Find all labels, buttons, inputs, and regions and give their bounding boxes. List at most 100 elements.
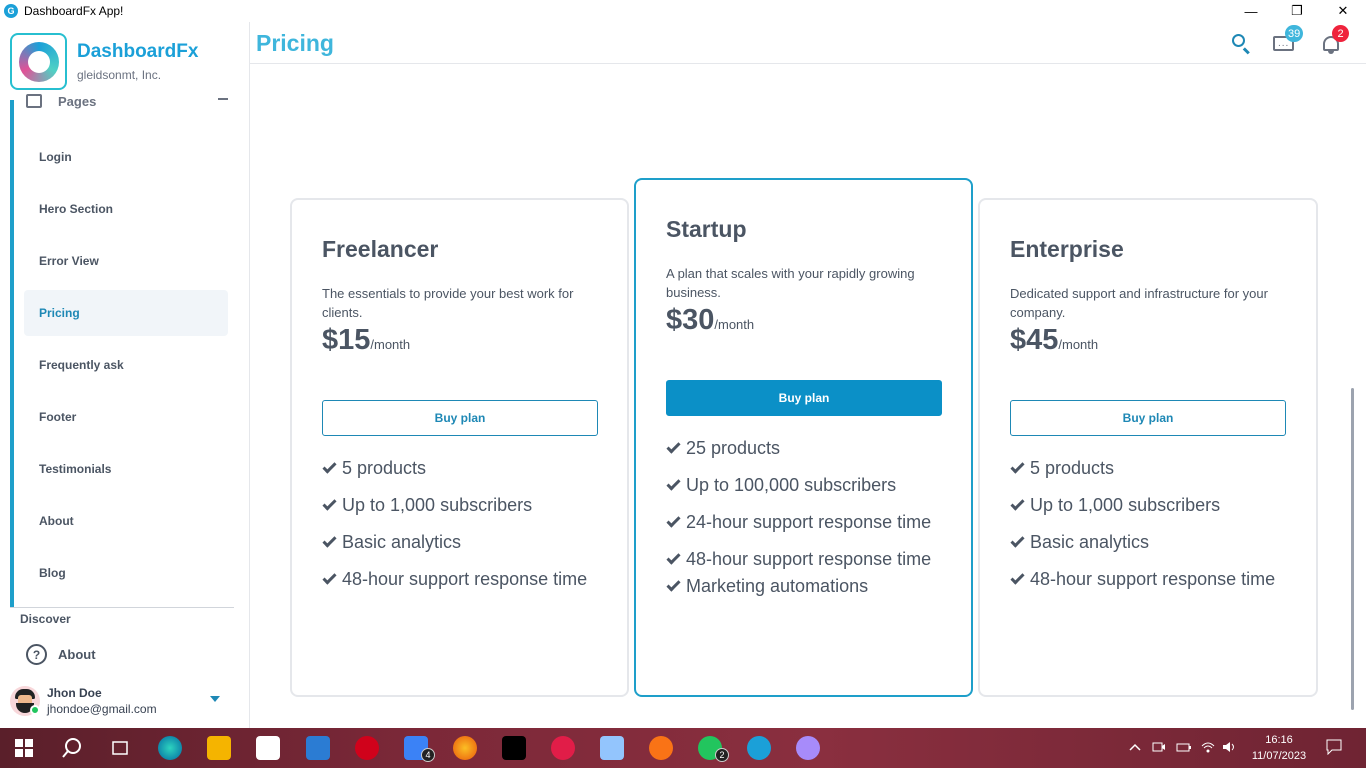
search-icon[interactable] [1230,32,1254,56]
buy-plan-button[interactable]: Buy plan [322,400,598,436]
close-button[interactable]: ✕ [1320,0,1366,22]
page-title: Pricing [256,30,334,56]
wifi-icon[interactable] [1200,740,1215,754]
sidebar-item-testimonials[interactable]: Testimonials [24,446,228,492]
windows-taskbar: 4 2 16:16 11/07/2023 [0,728,1366,768]
feature-item: 5 products [322,458,587,495]
feature-text: 5 products [1030,458,1115,478]
feature-text: Up to 1,000 subscribers [342,495,533,515]
feature-item: Basic analytics [1010,532,1275,569]
user-profile[interactable]: Jhon Doe jhondoe@gmail.com [10,684,240,718]
brand-name: DashboardFx [77,41,199,62]
app-icon-orange[interactable] [649,736,673,760]
plan-description: Dedicated support and infrastructure for… [1010,286,1268,320]
plan-features: 5 products Up to 1,000 subscribers Basic… [1010,458,1275,606]
window-controls: — ❐ ✕ [1228,0,1366,22]
pricing-card-freelancer: Freelancer The essentials to provide you… [290,198,629,697]
check-icon [1010,533,1025,548]
user-name: Jhon Doe [47,686,102,700]
plan-name: Startup [666,216,747,242]
plan-features: 5 products Up to 1,000 subscribers Basic… [322,458,587,606]
firefox-icon[interactable] [453,736,477,760]
app-icon-red[interactable] [355,736,379,760]
mail-icon[interactable] [306,736,330,760]
discover-about-label: About [58,647,96,662]
nav-section-indicator [10,100,14,608]
windows-start-icon[interactable] [12,736,36,760]
camera-icon[interactable] [1152,740,1166,754]
task-view-icon[interactable] [108,736,132,760]
file-explorer-icon[interactable] [207,736,231,760]
clock-date: 11/07/2023 [1251,750,1307,762]
app-icon-blue[interactable] [600,736,624,760]
feature-text: Up to 100,000 subscribers [686,475,897,495]
sidebar: DashboardFx gleidsonmt, Inc. Pages Login… [0,22,250,728]
plan-description: The essentials to provide your best work… [322,286,574,320]
vertical-scrollbar[interactable] [1351,388,1354,710]
sidebar-item-frequently-ask[interactable]: Frequently ask [24,342,228,388]
buy-plan-button[interactable]: Buy plan [1010,400,1286,436]
dashboardfx-taskbar-icon[interactable] [747,736,771,760]
feature-text: 25 products [686,438,781,458]
feature-item: 48-hour support response time [322,569,587,606]
check-icon [666,476,681,491]
feature-text: 48-hour support response time [342,569,588,589]
discover-about-item[interactable]: ? About [26,644,96,665]
sidebar-item-about[interactable]: About [24,498,228,544]
check-icon [322,496,337,511]
feature-item: Marketing automations [666,576,931,613]
check-icon [1010,570,1025,585]
online-status-icon [30,705,40,715]
pricing-card-enterprise: Enterprise Dedicated support and infrast… [978,198,1318,697]
paint-icon[interactable] [796,736,820,760]
plan-period: /month [370,337,411,352]
sidebar-section-label: Pages [58,94,97,109]
buy-plan-button[interactable]: Buy plan [666,380,942,416]
feature-text: 24-hour support response time [686,512,932,532]
sidebar-item-footer[interactable]: Footer [24,394,228,440]
search-taskbar-icon[interactable] [60,736,84,760]
sidebar-item-login[interactable]: Login [24,134,228,180]
check-icon [322,570,337,585]
check-icon [322,459,337,474]
question-icon: ? [26,644,47,665]
discover-label: Discover [20,612,71,626]
opera-icon[interactable] [551,736,575,760]
chevron-up-icon[interactable] [1128,740,1142,754]
pages-icon [26,94,42,108]
feature-text: Up to 1,000 subscribers [1030,495,1221,515]
sidebar-item-hero-section[interactable]: Hero Section [24,186,228,232]
notification-center-icon[interactable] [1326,739,1342,756]
feature-text: Basic analytics [342,532,462,552]
check-icon [666,439,681,454]
check-icon [666,550,681,565]
page-header: Pricing ... 39 2 [250,22,1366,64]
plan-price: $45 [1010,324,1059,356]
sidebar-item-pricing[interactable]: Pricing [24,290,228,336]
volume-icon[interactable] [1222,740,1236,754]
intellij-icon[interactable] [502,736,526,760]
check-icon [666,577,681,592]
collapse-icon[interactable] [218,98,228,100]
feature-text: Basic analytics [1030,532,1150,552]
brand-logo [10,33,67,90]
brand-company: gleidsonmt, Inc. [77,68,162,82]
sidebar-item-blog[interactable]: Blog [24,550,228,596]
store-icon[interactable] [256,736,280,760]
clock-time: 16:16 [1265,734,1293,746]
check-icon [1010,496,1025,511]
sidebar-section-pages[interactable]: Pages [24,92,230,110]
battery-icon[interactable] [1176,740,1191,754]
brand[interactable]: DashboardFx gleidsonmt, Inc. [10,33,198,90]
restore-button[interactable]: ❐ [1274,0,1320,22]
plan-description: A plan that scales with your rapidly gro… [666,266,915,300]
edge-browser-icon[interactable] [158,736,182,760]
check-icon [322,533,337,548]
feature-item: Up to 1,000 subscribers [322,495,587,532]
user-email: jhondoe@gmail.com [47,702,157,716]
minimize-button[interactable]: — [1228,0,1274,22]
taskbar-clock[interactable]: 16:16 11/07/2023 [1249,732,1309,764]
sidebar-item-error-view[interactable]: Error View [24,238,228,284]
chevron-down-icon[interactable] [210,696,220,702]
plan-name: Freelancer [322,236,439,262]
